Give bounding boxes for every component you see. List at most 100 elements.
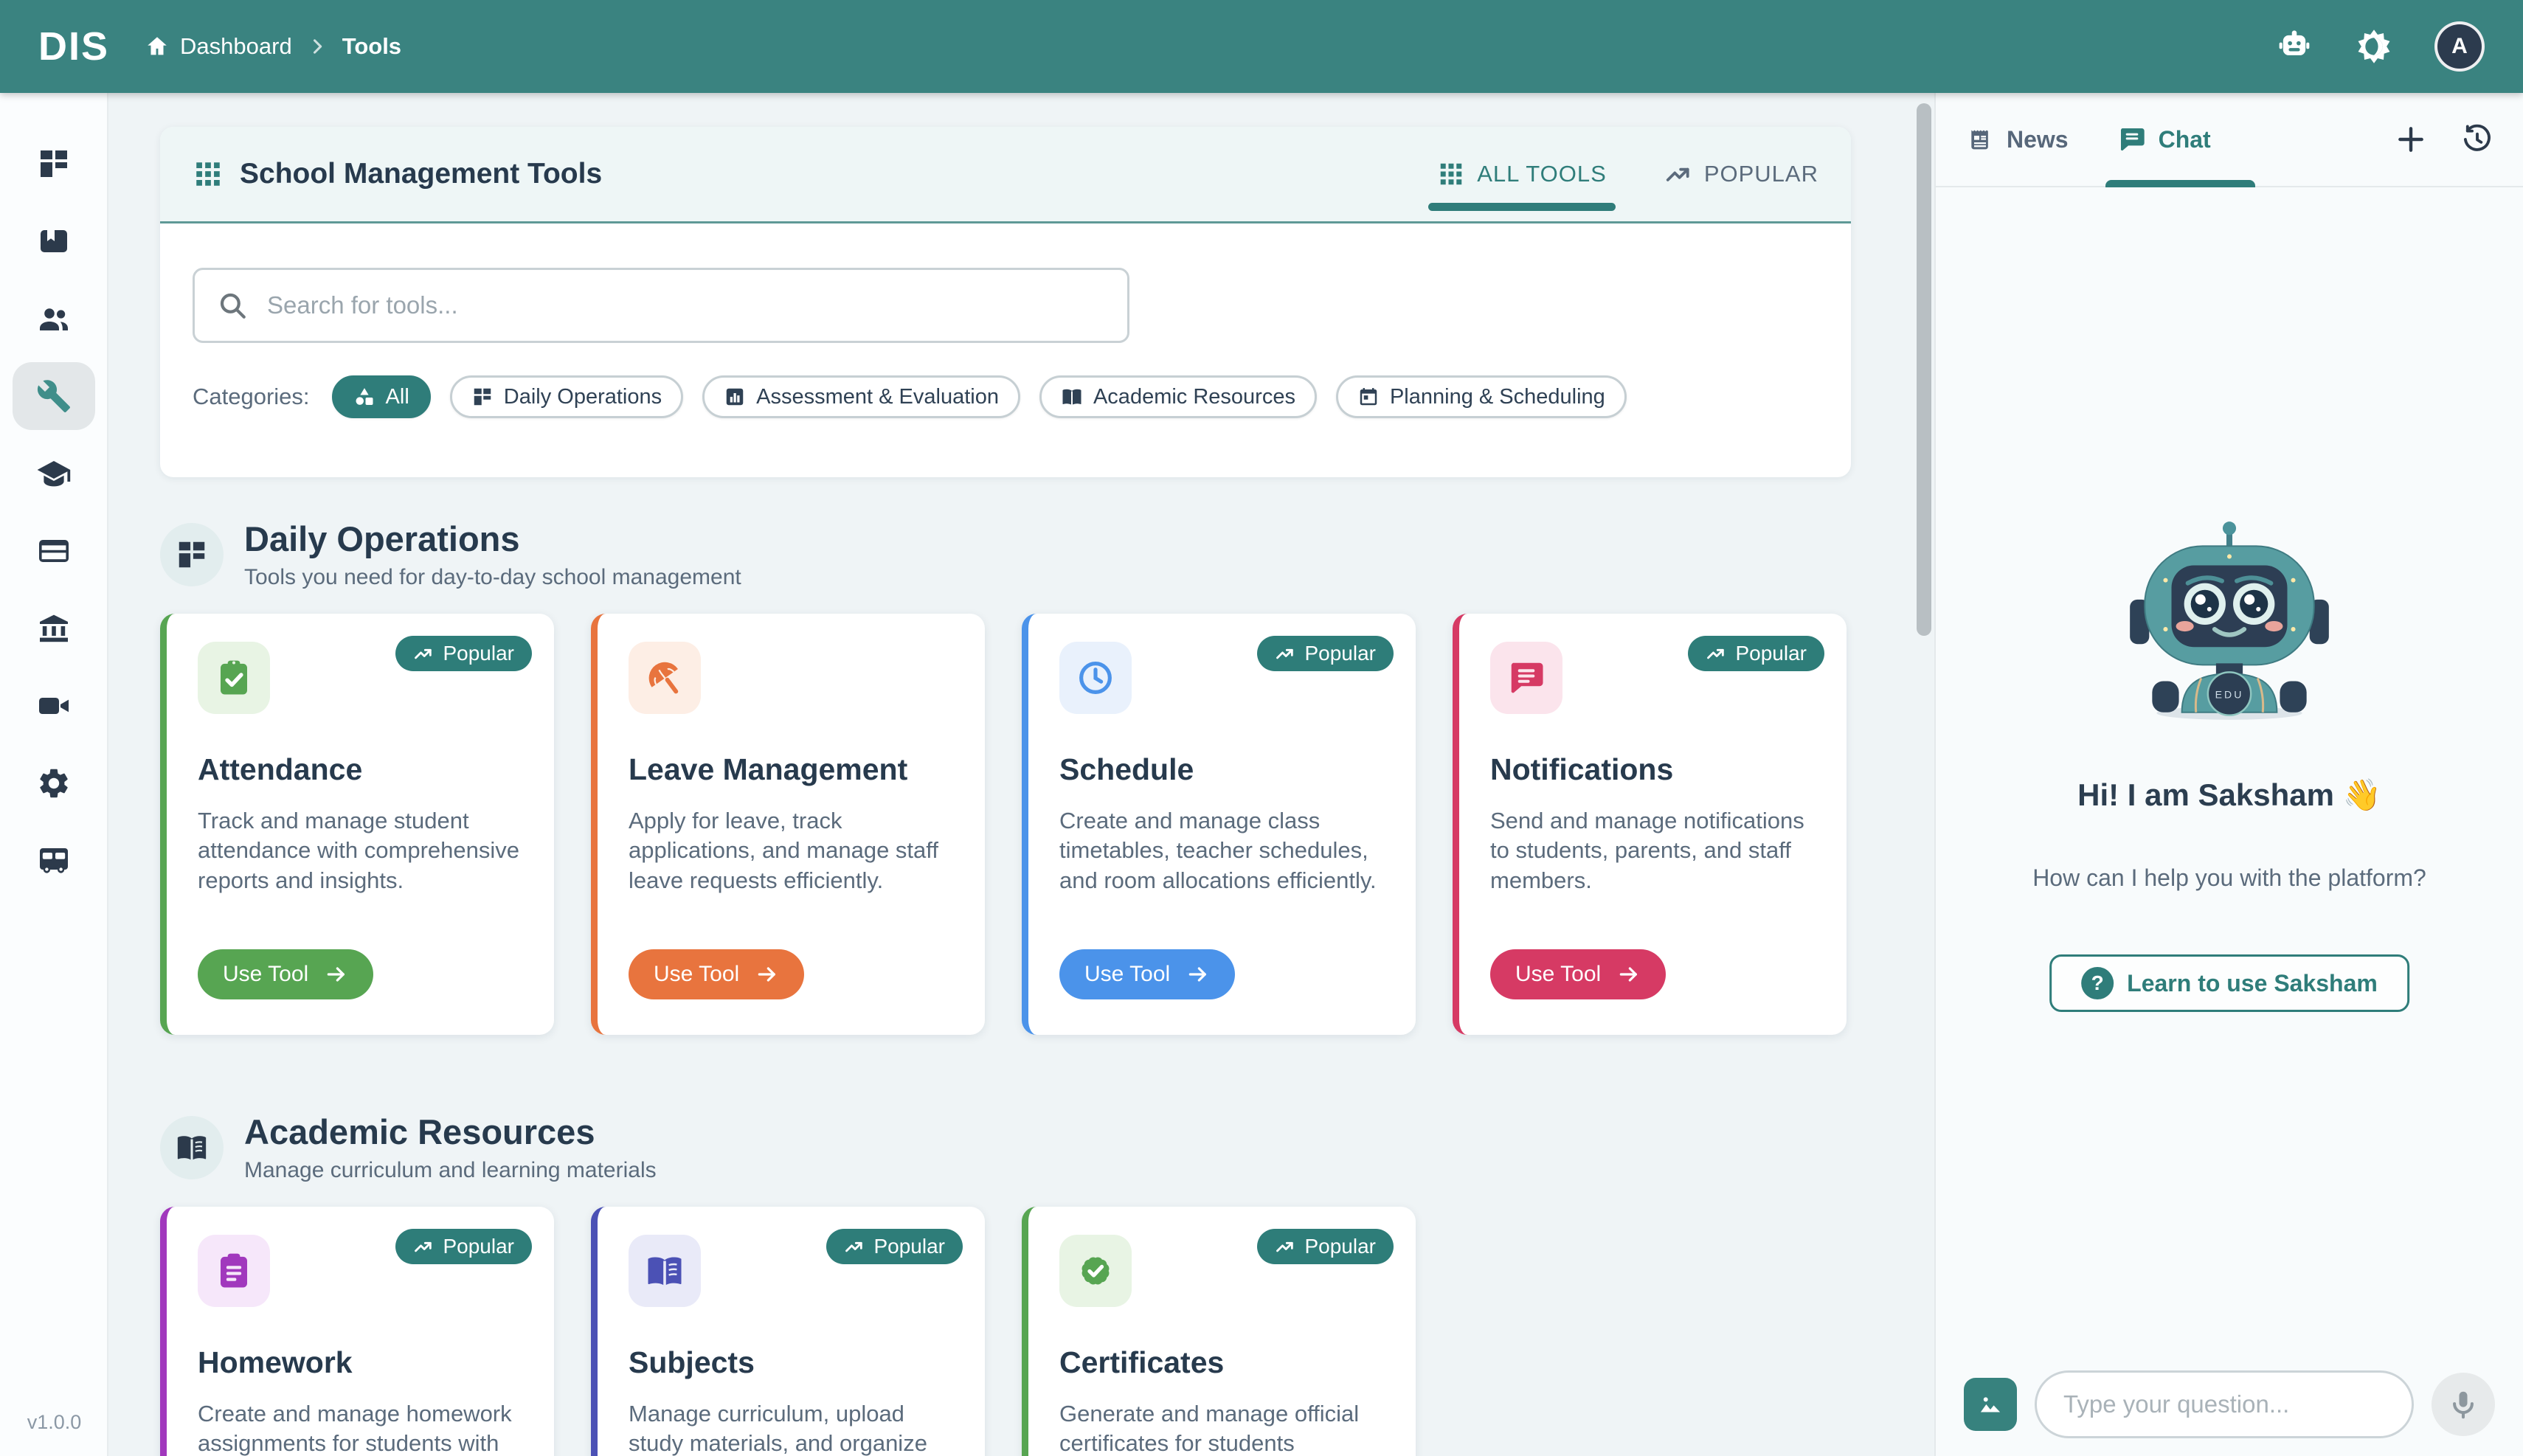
section-subtitle: Manage curriculum and learning materials: [244, 1158, 657, 1183]
assistant-panel: News Chat: [1934, 93, 2523, 1456]
tool-card-homework: Popular Homework Create and manage homew…: [160, 1207, 554, 1456]
use-tool-button[interactable]: Use Tool: [198, 949, 373, 999]
microphone-button[interactable]: [2432, 1373, 2495, 1436]
popular-badge: Popular: [395, 1229, 532, 1264]
book-icon: [36, 223, 72, 259]
category-chip-label: Planning & Scheduling: [1390, 385, 1605, 409]
robot-assistant-icon[interactable]: [2275, 27, 2313, 66]
card-title: Schedule: [1059, 752, 1385, 787]
sidebar-item-fees[interactable]: [13, 517, 95, 585]
clipboard-check-icon: [198, 642, 270, 714]
popular-badge: Popular: [395, 636, 532, 671]
card-description: Apply for leave, track applications, and…: [629, 806, 954, 895]
trending-up-icon: [1664, 160, 1692, 188]
card-title: Notifications: [1490, 752, 1816, 787]
attach-image-button[interactable]: [1964, 1378, 2017, 1431]
bus-icon: [36, 843, 72, 878]
trending-up-icon: [844, 1236, 865, 1257]
image-icon: [1975, 1389, 2006, 1420]
dashboard-icon: [471, 386, 494, 408]
top-bar: DIS Dashboard Tools A: [0, 0, 2523, 93]
tab-news[interactable]: News: [1965, 93, 2069, 186]
section-title: Academic Resources: [244, 1112, 657, 1152]
tab-chat[interactable]: Chat: [2117, 93, 2211, 186]
use-tool-button[interactable]: Use Tool: [629, 949, 804, 999]
dashboard-icon: [36, 146, 72, 181]
arrow-right-icon: [1617, 963, 1641, 986]
microphone-icon: [2447, 1388, 2479, 1421]
sidebar-item-people[interactable]: [13, 285, 95, 353]
badge-check-icon: [1059, 1235, 1132, 1307]
newspaper-icon: [1965, 125, 1995, 154]
tab-all-tools[interactable]: ALL TOOLS: [1437, 127, 1607, 221]
use-tool-label: Use Tool: [1084, 962, 1170, 987]
sidebar-item-video[interactable]: [13, 672, 95, 740]
academic-resources-cards: Popular Homework Create and manage homew…: [160, 1207, 1934, 1456]
people-icon: [36, 301, 72, 336]
daily-operations-cards: Popular Attendance Track and manage stud…: [160, 614, 1934, 1035]
sidebar-item-tools[interactable]: [13, 362, 95, 430]
search-box: [193, 268, 1129, 343]
history-icon[interactable]: [2461, 123, 2493, 156]
sidebar-item-transport[interactable]: [13, 827, 95, 895]
theme-toggle-icon[interactable]: [2355, 27, 2393, 66]
sidebar-item-academics[interactable]: [13, 440, 95, 507]
trending-up-icon: [1275, 643, 1295, 664]
plus-icon[interactable]: [2395, 123, 2427, 156]
trending-up-icon: [413, 643, 434, 664]
tool-card-leave-management: Leave Management Apply for leave, track …: [591, 614, 985, 1035]
category-chip-assessment[interactable]: Assessment & Evaluation: [702, 375, 1020, 418]
popular-badge-label: Popular: [1735, 642, 1807, 665]
tool-card-schedule: Popular Schedule Create and manage class…: [1022, 614, 1416, 1035]
popular-badge: Popular: [1257, 636, 1394, 671]
tool-card-attendance: Popular Attendance Track and manage stud…: [160, 614, 554, 1035]
popular-badge-label: Popular: [1304, 1235, 1376, 1258]
shapes-icon: [353, 386, 375, 408]
main-content: School Management Tools ALL TOOLS POPULA…: [110, 93, 1934, 1456]
chat-icon: [2117, 125, 2147, 154]
sidebar-item-institution[interactable]: [13, 594, 95, 662]
question-mark-icon: ?: [2081, 967, 2114, 999]
breadcrumb-home[interactable]: Dashboard: [145, 33, 292, 60]
sidebar-item-dashboard[interactable]: [13, 130, 95, 198]
user-avatar[interactable]: A: [2434, 21, 2485, 72]
robot-chest-badge: EDU: [2215, 689, 2244, 701]
learn-to-use-button[interactable]: ? Learn to use Saksham: [2049, 954, 2409, 1012]
assistant-actions: [2395, 123, 2493, 156]
card-description: Send and manage notifications to student…: [1490, 806, 1816, 895]
umbrella-icon: [629, 642, 701, 714]
tab-popular[interactable]: POPULAR: [1664, 127, 1818, 221]
use-tool-button[interactable]: Use Tool: [1490, 949, 1666, 999]
category-chip-label: Assessment & Evaluation: [756, 385, 999, 409]
popular-badge-label: Popular: [873, 1235, 945, 1258]
category-chip-all[interactable]: All: [332, 375, 431, 418]
search-input[interactable]: [266, 291, 1105, 320]
tab-chat-label: Chat: [2159, 126, 2211, 153]
tab-popular-label: POPULAR: [1704, 161, 1818, 187]
sidebar-item-library[interactable]: [13, 207, 95, 275]
card-description: Create and manage class timetables, teac…: [1059, 806, 1385, 895]
graduation-cap-icon: [36, 456, 72, 491]
category-chip-planning[interactable]: Planning & Scheduling: [1336, 375, 1627, 418]
assistant-greeting: Hi! I am Saksham 👋: [1936, 777, 2523, 814]
trending-up-icon: [413, 1236, 434, 1257]
card-title: Leave Management: [629, 752, 954, 787]
category-chip-daily-operations[interactable]: Daily Operations: [450, 375, 683, 418]
tools-panel-header: School Management Tools ALL TOOLS POPULA…: [160, 127, 1851, 223]
breadcrumb-home-label: Dashboard: [180, 33, 292, 60]
app-version: v1.0.0: [0, 1411, 108, 1434]
tools-panel-title: School Management Tools: [240, 158, 602, 190]
card-title: Certificates: [1059, 1345, 1385, 1380]
arrow-right-icon: [755, 963, 779, 986]
use-tool-button[interactable]: Use Tool: [1059, 949, 1235, 999]
chat-question-input[interactable]: [2035, 1370, 2414, 1438]
app-logo: DIS: [38, 24, 109, 69]
use-tool-label: Use Tool: [1515, 962, 1601, 987]
sidebar-item-settings[interactable]: [13, 749, 95, 817]
wrench-icon: [36, 378, 72, 414]
saksham-robot-mascot: EDU: [2111, 518, 2348, 726]
main-scrollbar[interactable]: [1917, 103, 1931, 636]
category-chip-academic-resources[interactable]: Academic Resources: [1039, 375, 1317, 418]
tab-news-label: News: [2007, 126, 2069, 153]
arrow-right-icon: [1186, 963, 1210, 986]
